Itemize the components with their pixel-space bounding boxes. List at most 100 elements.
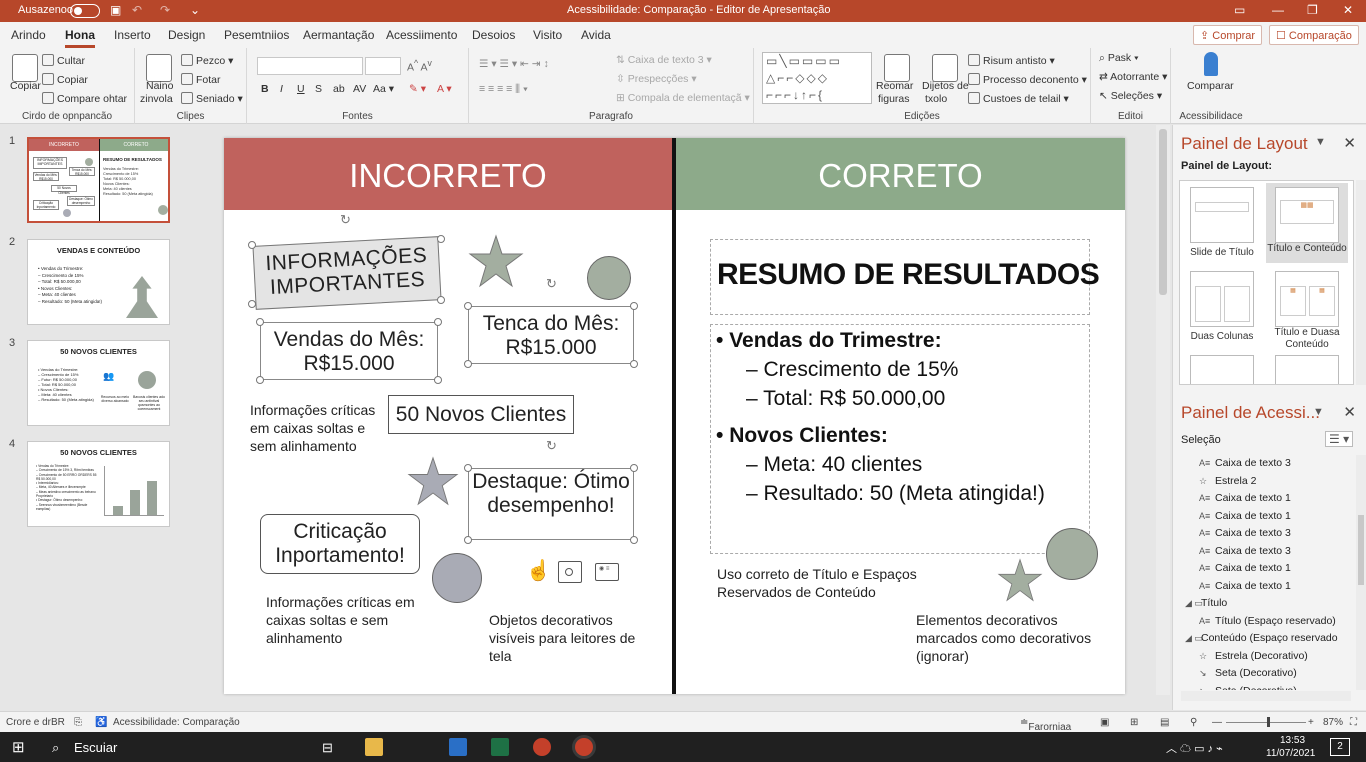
figuras-label[interactable]: figuras (878, 93, 910, 105)
underline-icon[interactable]: U (297, 83, 305, 95)
font-family-dropdown[interactable] (257, 57, 363, 75)
selection-list-item[interactable]: A≡ Caixa de texto 3 (1173, 543, 1353, 560)
new-slide-icon[interactable] (146, 54, 172, 82)
selection-list-item[interactable]: A≡ Caixa de texto 3 (1173, 455, 1353, 472)
notes-button[interactable]: ≐ Farorniaa (1020, 717, 1071, 733)
ribbon-display-icon[interactable]: ▭ (1234, 3, 1245, 17)
accessibility-status-icon[interactable]: ⎘ (74, 717, 82, 728)
tab-aermantacao[interactable]: Aermantação (303, 28, 374, 42)
resize-handle[interactable] (464, 302, 472, 310)
resumo-title[interactable]: RESUMO DE RESULTADOS (717, 258, 1100, 292)
shadow-icon[interactable]: ab (333, 83, 345, 95)
powerpoint-icon[interactable] (533, 738, 551, 756)
layout-titulo-conteudo[interactable]: ▦▦ (1275, 187, 1339, 243)
resize-handle[interactable] (464, 536, 472, 544)
redo-icon[interactable]: ↷ (160, 3, 170, 17)
reomar-label[interactable]: Reomar (876, 80, 913, 92)
case-icon[interactable]: Aa ▾ (373, 83, 394, 95)
tab-desoios[interactable]: Desoios (472, 28, 515, 42)
slide-thumbnail-2[interactable]: VENDAS E CONTEÚDO • Vendas do Trimestre:… (27, 239, 170, 325)
shape-outline-button[interactable]: Processo deconento ▾ (968, 73, 1087, 86)
resize-handle[interactable] (630, 360, 638, 368)
naino-label[interactable]: Naino (146, 80, 173, 92)
zoom-level[interactable]: 87% (1323, 717, 1343, 728)
font-color-icon[interactable]: A ▾ (437, 83, 452, 95)
fotar-button[interactable]: Fotar (181, 73, 221, 86)
resize-handle[interactable] (630, 302, 638, 310)
selection-list-item[interactable]: A≡ Caixa de texto 1 (1173, 490, 1353, 507)
tab-avida[interactable]: Avida (581, 28, 611, 42)
resize-handle[interactable] (248, 300, 256, 308)
highlight-icon[interactable]: ✎ ▾ (409, 83, 426, 95)
zoom-slider-thumb[interactable] (1267, 717, 1271, 727)
resize-handle[interactable] (630, 536, 638, 544)
resize-handle[interactable] (437, 235, 445, 243)
layout-more-1[interactable] (1190, 355, 1254, 384)
chevron-down-icon[interactable]: ▼ (1315, 136, 1326, 148)
normal-view-icon[interactable]: ▣ (1100, 717, 1109, 728)
search-browser-icon[interactable] (558, 561, 582, 583)
vendas-box[interactable]: Vendas do Mês: R$15.000 (260, 322, 438, 380)
resize-handle[interactable] (256, 376, 264, 384)
layout-titulo-duas[interactable]: ▦ ▦ (1275, 271, 1339, 327)
customize-icon[interactable]: ⌄ (190, 3, 200, 17)
replace-button[interactable]: ⇄ Aotorrante ▾ (1099, 71, 1167, 83)
selection-list-item[interactable]: A≡ Caixa de texto 3 (1173, 525, 1353, 542)
dijetos-label[interactable]: Dijetos de (922, 80, 969, 92)
paste-icon[interactable] (12, 54, 38, 82)
selection-list-item[interactable]: ◢ ▭ Conteúdo (Espaço reservado (1173, 630, 1353, 647)
bold-icon[interactable]: B (261, 83, 269, 95)
task-view-icon[interactable]: ⊟ (322, 740, 333, 756)
resize-handle[interactable] (256, 318, 264, 326)
selection-list-item[interactable]: ◢ ▭ Título (1173, 595, 1353, 612)
rotate-handle-icon[interactable]: ↻ (546, 438, 557, 454)
vertical-scrollbar[interactable] (1156, 125, 1170, 695)
decor-star-icon[interactable] (997, 558, 1043, 602)
tab-arindo[interactable]: Arindo (11, 28, 46, 42)
taskbar-search[interactable]: Escuiar (74, 740, 117, 755)
resize-handle[interactable] (434, 318, 442, 326)
acc-scrollbar[interactable] (1356, 455, 1366, 690)
novos-clientes-box[interactable]: 50 Novos Clientes (388, 395, 574, 434)
resize-handle[interactable] (464, 360, 472, 368)
copiar-button[interactable]: Copiar (10, 80, 41, 92)
resize-handle[interactable] (464, 464, 472, 472)
destaque-box[interactable]: Destaque: Ótimo desempenho! (468, 468, 634, 540)
seniado-button[interactable]: Seniado ▾ (181, 92, 243, 105)
selection-list-item[interactable]: A≡ Título (Espaço reservado) (1173, 613, 1353, 630)
decor-circle[interactable] (1046, 528, 1098, 580)
close-pane-icon[interactable]: ✕ (1343, 403, 1356, 421)
shapes-gallery[interactable]: ▭╲▭▭▭▭ △⌐⌐◇◇◇ ⌐⌐⌐↓↑⌐{ (762, 52, 872, 104)
strike-icon[interactable]: S (315, 83, 322, 95)
zoom-out-icon[interactable]: — (1212, 717, 1222, 728)
accessibility-check-icon[interactable]: ♿ (95, 717, 107, 728)
slideshow-icon[interactable]: ⚲ (1190, 717, 1197, 728)
resize-handle[interactable] (437, 296, 445, 304)
autosave-toggle[interactable] (70, 4, 100, 18)
tab-hona[interactable]: Hona (65, 28, 95, 48)
scrollbar-thumb[interactable] (1159, 129, 1167, 295)
slide-thumbnail-1[interactable]: INCORRETO CORRETO RESUMO DE RESULTADOS V… (27, 137, 170, 223)
decor-circle[interactable] (432, 553, 482, 603)
rotate-handle-icon[interactable]: ↻ (546, 276, 557, 292)
decor-star-icon[interactable] (468, 234, 524, 288)
windows-start-icon[interactable]: ⊞ (12, 738, 25, 756)
file-explorer-icon[interactable] (365, 738, 383, 756)
zoom-in-icon[interactable]: + (1308, 717, 1314, 728)
shape-fill-button[interactable]: Risum antisto ▾ (968, 54, 1055, 67)
select-button[interactable]: ↖ Seleções ▾ (1099, 90, 1162, 102)
fit-slide-icon[interactable]: ⛶ (1350, 717, 1357, 728)
quick-styles-icon[interactable] (932, 54, 958, 82)
tab-design[interactable]: Design (168, 28, 205, 42)
id-card-icon[interactable]: ◉ ≡ (595, 563, 619, 581)
selection-list-item[interactable]: A≡ Caixa de texto 1 (1173, 508, 1353, 525)
maximize-icon[interactable]: ❐ (1307, 3, 1318, 17)
selection-list-item[interactable]: ↘ Seta (Decorativo) (1173, 665, 1353, 682)
selection-list-item[interactable]: ☆ Estrela (Decorativo) (1173, 648, 1353, 665)
format-painter-button[interactable]: Compare ohtar (42, 92, 127, 105)
excel-icon[interactable] (491, 738, 509, 756)
hand-pointer-icon[interactable]: ☝ (526, 558, 551, 583)
spacing-icon[interactable]: AV (353, 83, 366, 95)
rotate-handle-icon[interactable]: ↻ (340, 212, 351, 228)
selection-list-item[interactable]: ↘ Seta (Decorativo) (1173, 683, 1353, 691)
